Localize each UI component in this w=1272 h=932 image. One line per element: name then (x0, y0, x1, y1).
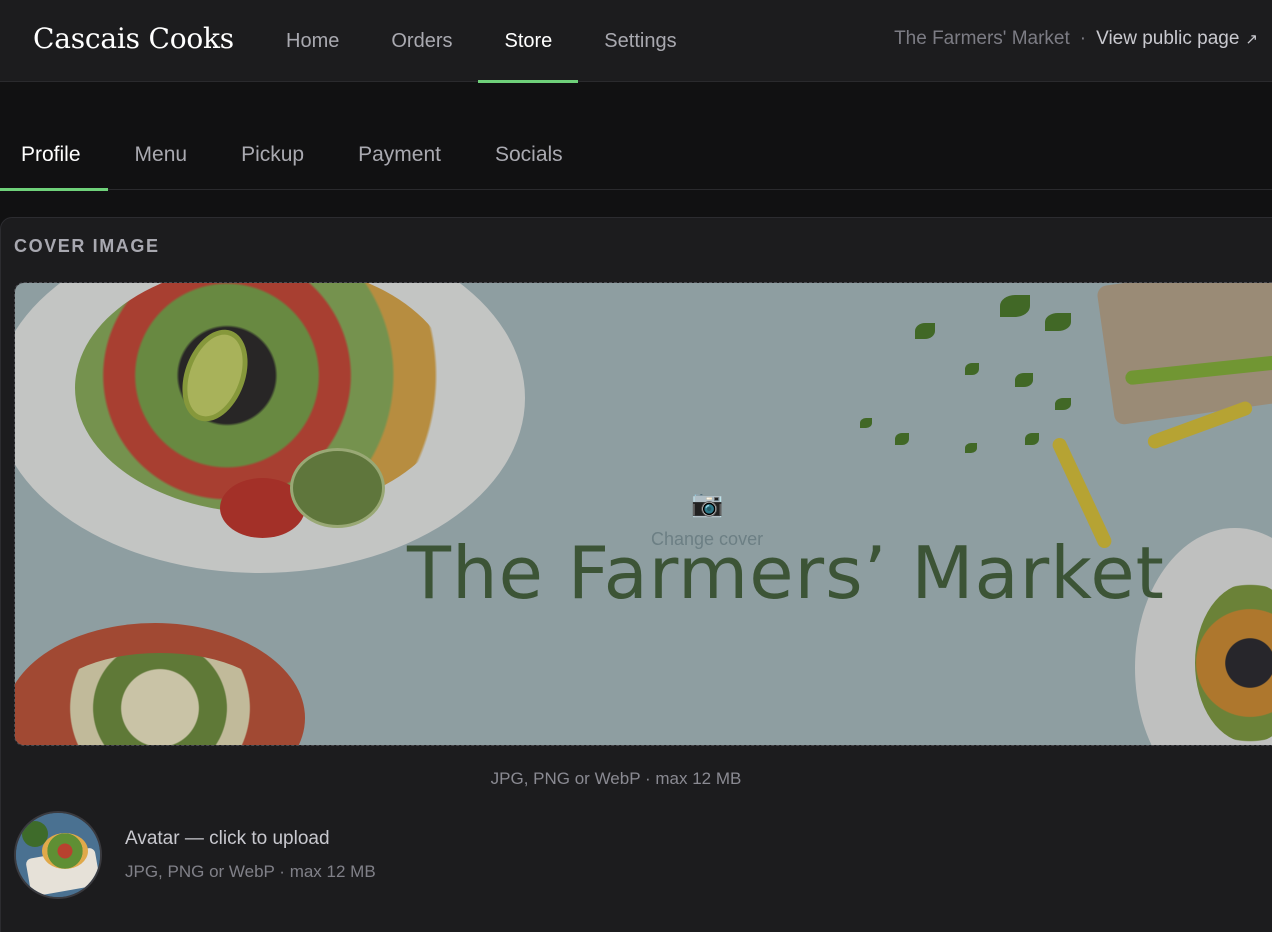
cover-wordmark: The Farmers’ Market (407, 531, 1165, 615)
cover-image-upload[interactable]: The Farmers’ Market 📷 Change cover (14, 282, 1272, 746)
tab-menu[interactable]: Menu (114, 120, 215, 190)
nav-home[interactable]: Home (260, 0, 365, 82)
cover-format-hint: JPG, PNG or WebP · max 12 MB (490, 769, 742, 788)
main-nav: Home Orders Store Settings (260, 0, 703, 83)
view-public-page-link[interactable]: View public page (1096, 28, 1239, 50)
separator: · (1079, 28, 1087, 49)
store-subtabs: Profile Menu Pickup Payment Socials (0, 120, 1272, 191)
avatar-upload-label[interactable]: Avatar — click to upload (125, 828, 330, 850)
cover-section-title: COVER IMAGE (14, 236, 160, 256)
store-header-links: The Farmers' Market · View public page ↗ (894, 28, 1258, 50)
nav-settings[interactable]: Settings (578, 0, 702, 82)
current-store-name: The Farmers' Market (894, 28, 1070, 49)
tab-socials[interactable]: Socials (474, 120, 590, 190)
camera-icon[interactable]: 📷 (691, 488, 723, 519)
profile-card: COVER IMAGE The Farmers’ Market 📷 Change… (0, 217, 1272, 932)
tab-profile[interactable]: Profile (0, 120, 108, 191)
tab-pickup[interactable]: Pickup (220, 120, 331, 190)
top-bar: Cascais Cooks Home Orders Store Settings… (0, 0, 1272, 83)
brand-logo[interactable]: Cascais Cooks (33, 22, 234, 55)
nav-store[interactable]: Store (478, 0, 579, 83)
nav-orders[interactable]: Orders (365, 0, 478, 82)
avatar-format-hint: JPG, PNG or WebP · max 12 MB (125, 862, 376, 881)
avatar-upload[interactable] (14, 811, 102, 899)
tab-payment[interactable]: Payment (337, 120, 468, 190)
cover-overlay (15, 283, 1272, 745)
external-link-icon[interactable]: ↗ (1245, 30, 1258, 48)
change-cover-label[interactable]: Change cover (651, 529, 763, 550)
